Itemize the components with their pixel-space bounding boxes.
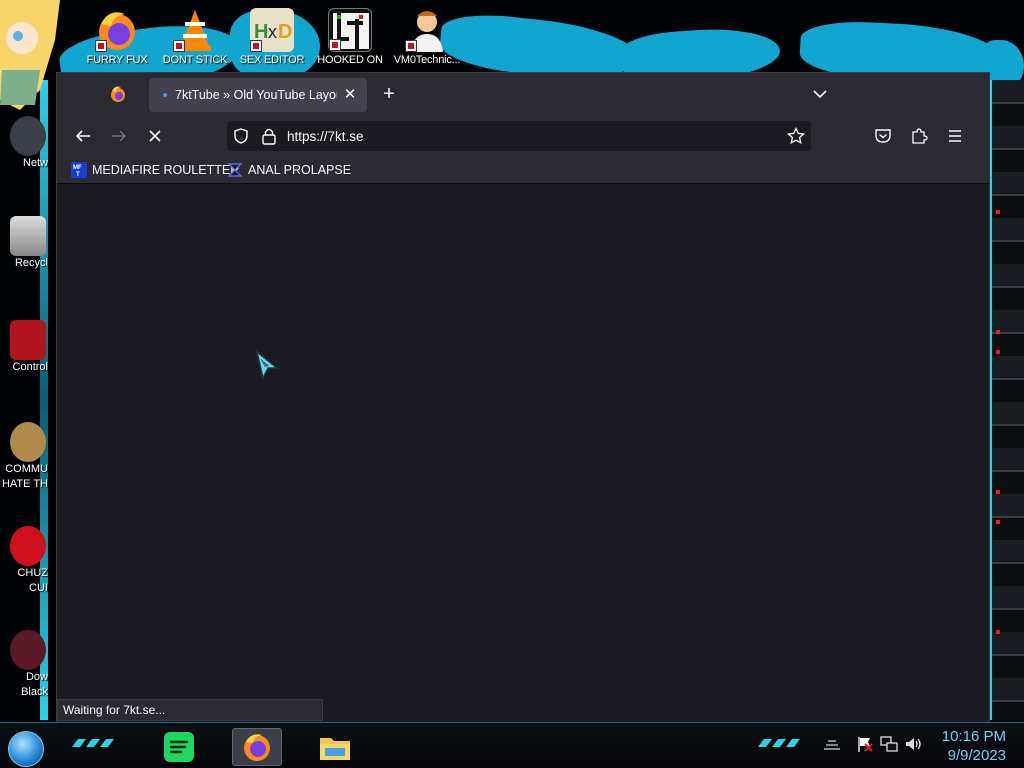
shield-icon[interactable]	[233, 128, 249, 144]
lock-icon[interactable]	[261, 127, 277, 145]
new-tab-button[interactable]: +	[378, 83, 400, 105]
network-tray-icon[interactable]	[880, 735, 898, 753]
tab-bar: 7ktTube » Old YouTube Layout ✕ +	[57, 73, 989, 116]
url-bar[interactable]: https://7kt.se	[227, 121, 811, 151]
back-button[interactable]	[71, 124, 95, 148]
list-all-tabs-button[interactable]	[811, 85, 829, 103]
close-tab-icon[interactable]: ✕	[341, 86, 359, 104]
taskbar-decoration	[72, 739, 114, 747]
taskbar-decoration-right	[758, 739, 800, 747]
stop-button[interactable]	[143, 124, 167, 148]
extensions-button[interactable]	[907, 124, 931, 148]
arrow-left-icon	[75, 130, 90, 142]
hamburger-menu-icon	[949, 130, 961, 142]
app-menu-button[interactable]	[943, 124, 967, 148]
navigation-toolbar: https://7kt.se	[57, 116, 989, 156]
volume-icon[interactable]	[904, 735, 922, 753]
arrow-right-icon	[112, 130, 127, 142]
action-center-flag-icon[interactable]	[856, 735, 874, 753]
puzzle-piece-icon	[912, 128, 928, 144]
desktop-icon-sex-editor[interactable]: HxD SEX EDITOR	[232, 8, 312, 66]
svg-text:MF: MF	[73, 165, 82, 171]
stop-x-icon	[149, 130, 161, 142]
chevron-down-icon	[813, 90, 827, 99]
desktop-icon-furry-fux[interactable]: FURRY FUX	[77, 8, 157, 66]
mouse-cursor-icon	[255, 350, 280, 380]
desktop-icon-hooked-on[interactable]: HOOKED ON	[310, 8, 390, 66]
desktop-icon-download[interactable]: Dow Black	[0, 630, 48, 700]
hxd-icon: HxD	[250, 8, 294, 52]
taskbar-spotify[interactable]	[154, 728, 204, 766]
desktop-icon-vm0technic[interactable]: VM0Technic...	[387, 8, 467, 66]
forward-button[interactable]	[107, 124, 131, 148]
firefox-icon	[95, 8, 139, 52]
anime-character-image	[0, 0, 60, 110]
red-creature-icon	[10, 526, 46, 566]
sigma-icon	[227, 163, 243, 177]
desktop-icon-control-panel[interactable]: Control	[0, 320, 48, 375]
taskbar-file-explorer[interactable]	[310, 728, 360, 766]
svg-text:x: x	[268, 22, 277, 42]
show-hidden-icons-icon[interactable]	[822, 735, 840, 753]
desktop-icon-commu[interactable]: COMMU HATE TH	[0, 422, 48, 492]
taskbar: 10:16 PM 9/9/2023	[0, 722, 1024, 768]
firefox-view-icon[interactable]	[109, 85, 127, 103]
desktop-icon-chuz[interactable]: CHUZ CUI	[0, 526, 48, 596]
clock-date: 9/9/2023	[947, 747, 1006, 764]
control-panel-icon	[10, 320, 46, 360]
spotify-icon	[164, 732, 194, 762]
status-panel: Waiting for 7kt.se...	[57, 699, 323, 721]
bookmark-mediafire-rouletter[interactable]: MF T MEDIAFIRE ROULETTER	[71, 161, 239, 179]
network-icon	[10, 116, 46, 156]
mediafire-icon: MFT	[71, 162, 87, 178]
vlc-icon	[173, 8, 217, 52]
desktop-icon-recycle-bin[interactable]: Recycl	[0, 216, 48, 271]
download-icon	[10, 630, 46, 670]
svg-text:T: T	[76, 172, 80, 178]
bookmark-star-icon[interactable]	[787, 127, 805, 145]
file-explorer-icon	[320, 738, 350, 760]
desktop-icon-dont-stick[interactable]: DONT STICK	[155, 8, 235, 66]
loading-dot-icon	[163, 93, 167, 97]
svg-text:D: D	[278, 21, 292, 43]
bookmarks-toolbar: MF T MEDIAFIRE ROULETTER ANAL PROLAPSE	[57, 156, 989, 184]
bookmark-anal-prolapse[interactable]: ANAL PROLAPSE	[227, 161, 351, 179]
firefox-window: 7ktTube » Old YouTube Layout ✕ + https:/…	[56, 72, 990, 722]
start-button[interactable]	[8, 731, 44, 767]
maze-icon	[328, 8, 372, 52]
taskbar-firefox[interactable]	[232, 728, 282, 766]
pocket-icon	[875, 129, 891, 143]
money-bag-icon	[10, 422, 46, 462]
url-text: https://7kt.se	[287, 128, 364, 144]
tab-7kttube[interactable]: 7ktTube » Old YouTube Layout ✕	[149, 78, 367, 112]
tab-title: 7ktTube » Old YouTube Layout	[175, 88, 337, 102]
page-content-area[interactable]	[57, 185, 989, 722]
system-clock[interactable]: 10:16 PM 9/9/2023	[942, 727, 1006, 765]
firefox-icon	[244, 734, 270, 761]
doctor-icon	[405, 8, 449, 52]
clock-time: 10:16 PM	[941, 728, 1006, 745]
pocket-button[interactable]	[871, 124, 895, 148]
desktop-icon-network[interactable]: Netw	[0, 116, 48, 171]
recycle-bin-icon	[10, 216, 46, 256]
